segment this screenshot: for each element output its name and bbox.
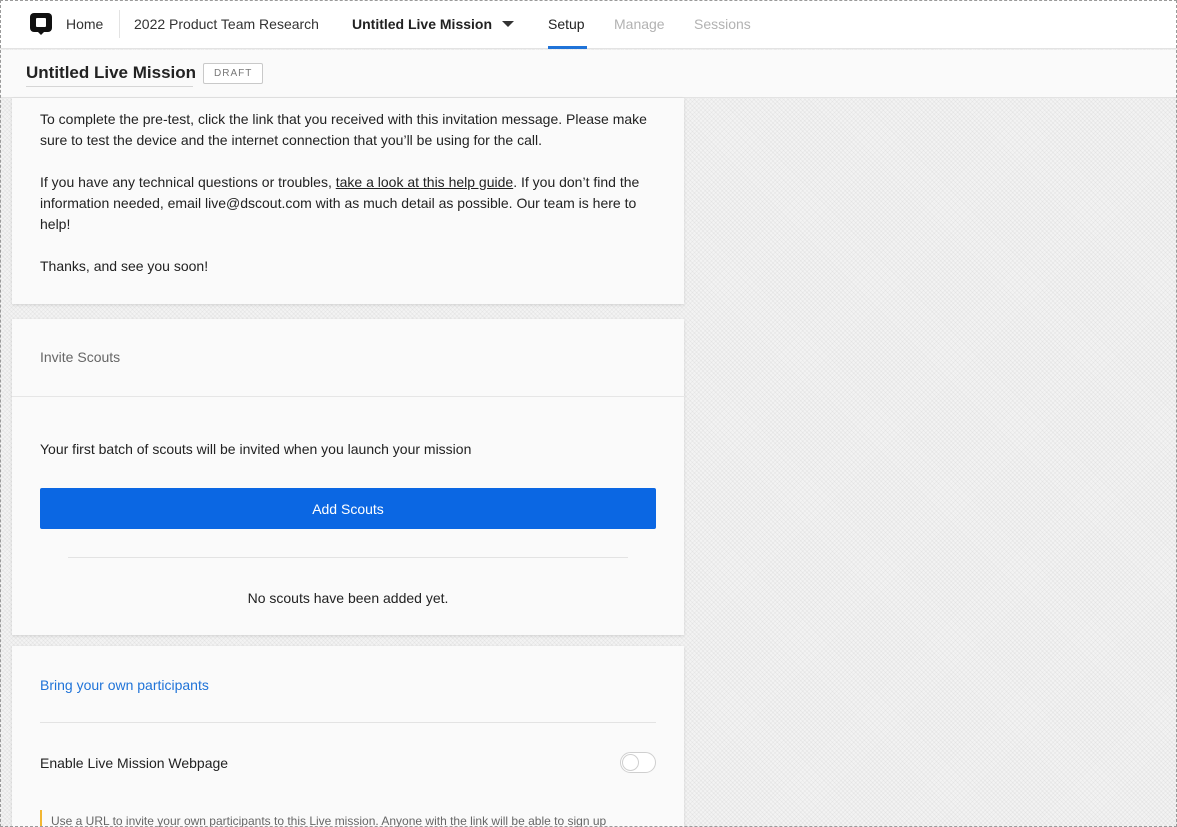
nav-home-link[interactable]: Home: [66, 16, 103, 32]
status-badge: DRAFT: [203, 63, 264, 84]
divider: [68, 557, 628, 558]
empty-state-text: No scouts have been added yet.: [247, 590, 449, 606]
toggle-knob: [622, 754, 639, 771]
message-text: If you have any technical questions or t…: [40, 174, 336, 190]
enable-webpage-toggle[interactable]: [620, 752, 656, 773]
batch-info-text: Your first batch of scouts will be invit…: [40, 441, 472, 457]
tab-setup[interactable]: Setup: [548, 16, 585, 32]
top-nav: Home 2022 Product Team Research Untitled…: [0, 0, 1177, 49]
invite-scouts-card: Invite Scouts Your first batch of scouts…: [12, 319, 684, 635]
nav-divider: [119, 10, 120, 38]
mission-header: Untitled Live Mission DRAFT: [0, 50, 1177, 98]
section-title: Invite Scouts: [40, 349, 121, 365]
nav-project-link[interactable]: 2022 Product Team Research: [134, 16, 319, 32]
tab-sessions[interactable]: Sessions: [694, 16, 751, 32]
bring-your-own-card: Bring your own participants Enable Live …: [12, 646, 684, 827]
invitation-message-card: To complete the pre-test, click the link…: [12, 98, 684, 304]
bring-your-own-link[interactable]: Bring your own participants: [40, 677, 209, 693]
message-paragraph-2: If you have any technical questions or t…: [40, 172, 660, 235]
dscout-logo-icon[interactable]: [30, 13, 52, 35]
caret-down-icon[interactable]: [502, 21, 514, 27]
hint-accent-bar: [40, 810, 42, 827]
enable-webpage-label: Enable Live Mission Webpage: [40, 755, 229, 771]
message-paragraph-1: To complete the pre-test, click the link…: [40, 111, 647, 148]
hint-text: Use a URL to invite your own participant…: [51, 814, 607, 827]
page-title[interactable]: Untitled Live Mission: [26, 63, 196, 83]
message-paragraph-3: Thanks, and see you soon!: [40, 258, 209, 274]
help-guide-link[interactable]: take a look at this help guide: [336, 174, 513, 190]
divider: [40, 722, 656, 723]
tab-manage[interactable]: Manage: [614, 16, 665, 32]
add-scouts-button[interactable]: Add Scouts: [40, 488, 656, 529]
active-tab-indicator: [548, 46, 587, 49]
divider: [12, 396, 684, 397]
nav-mission-dropdown[interactable]: Untitled Live Mission: [352, 16, 492, 32]
title-underline: [26, 86, 193, 87]
